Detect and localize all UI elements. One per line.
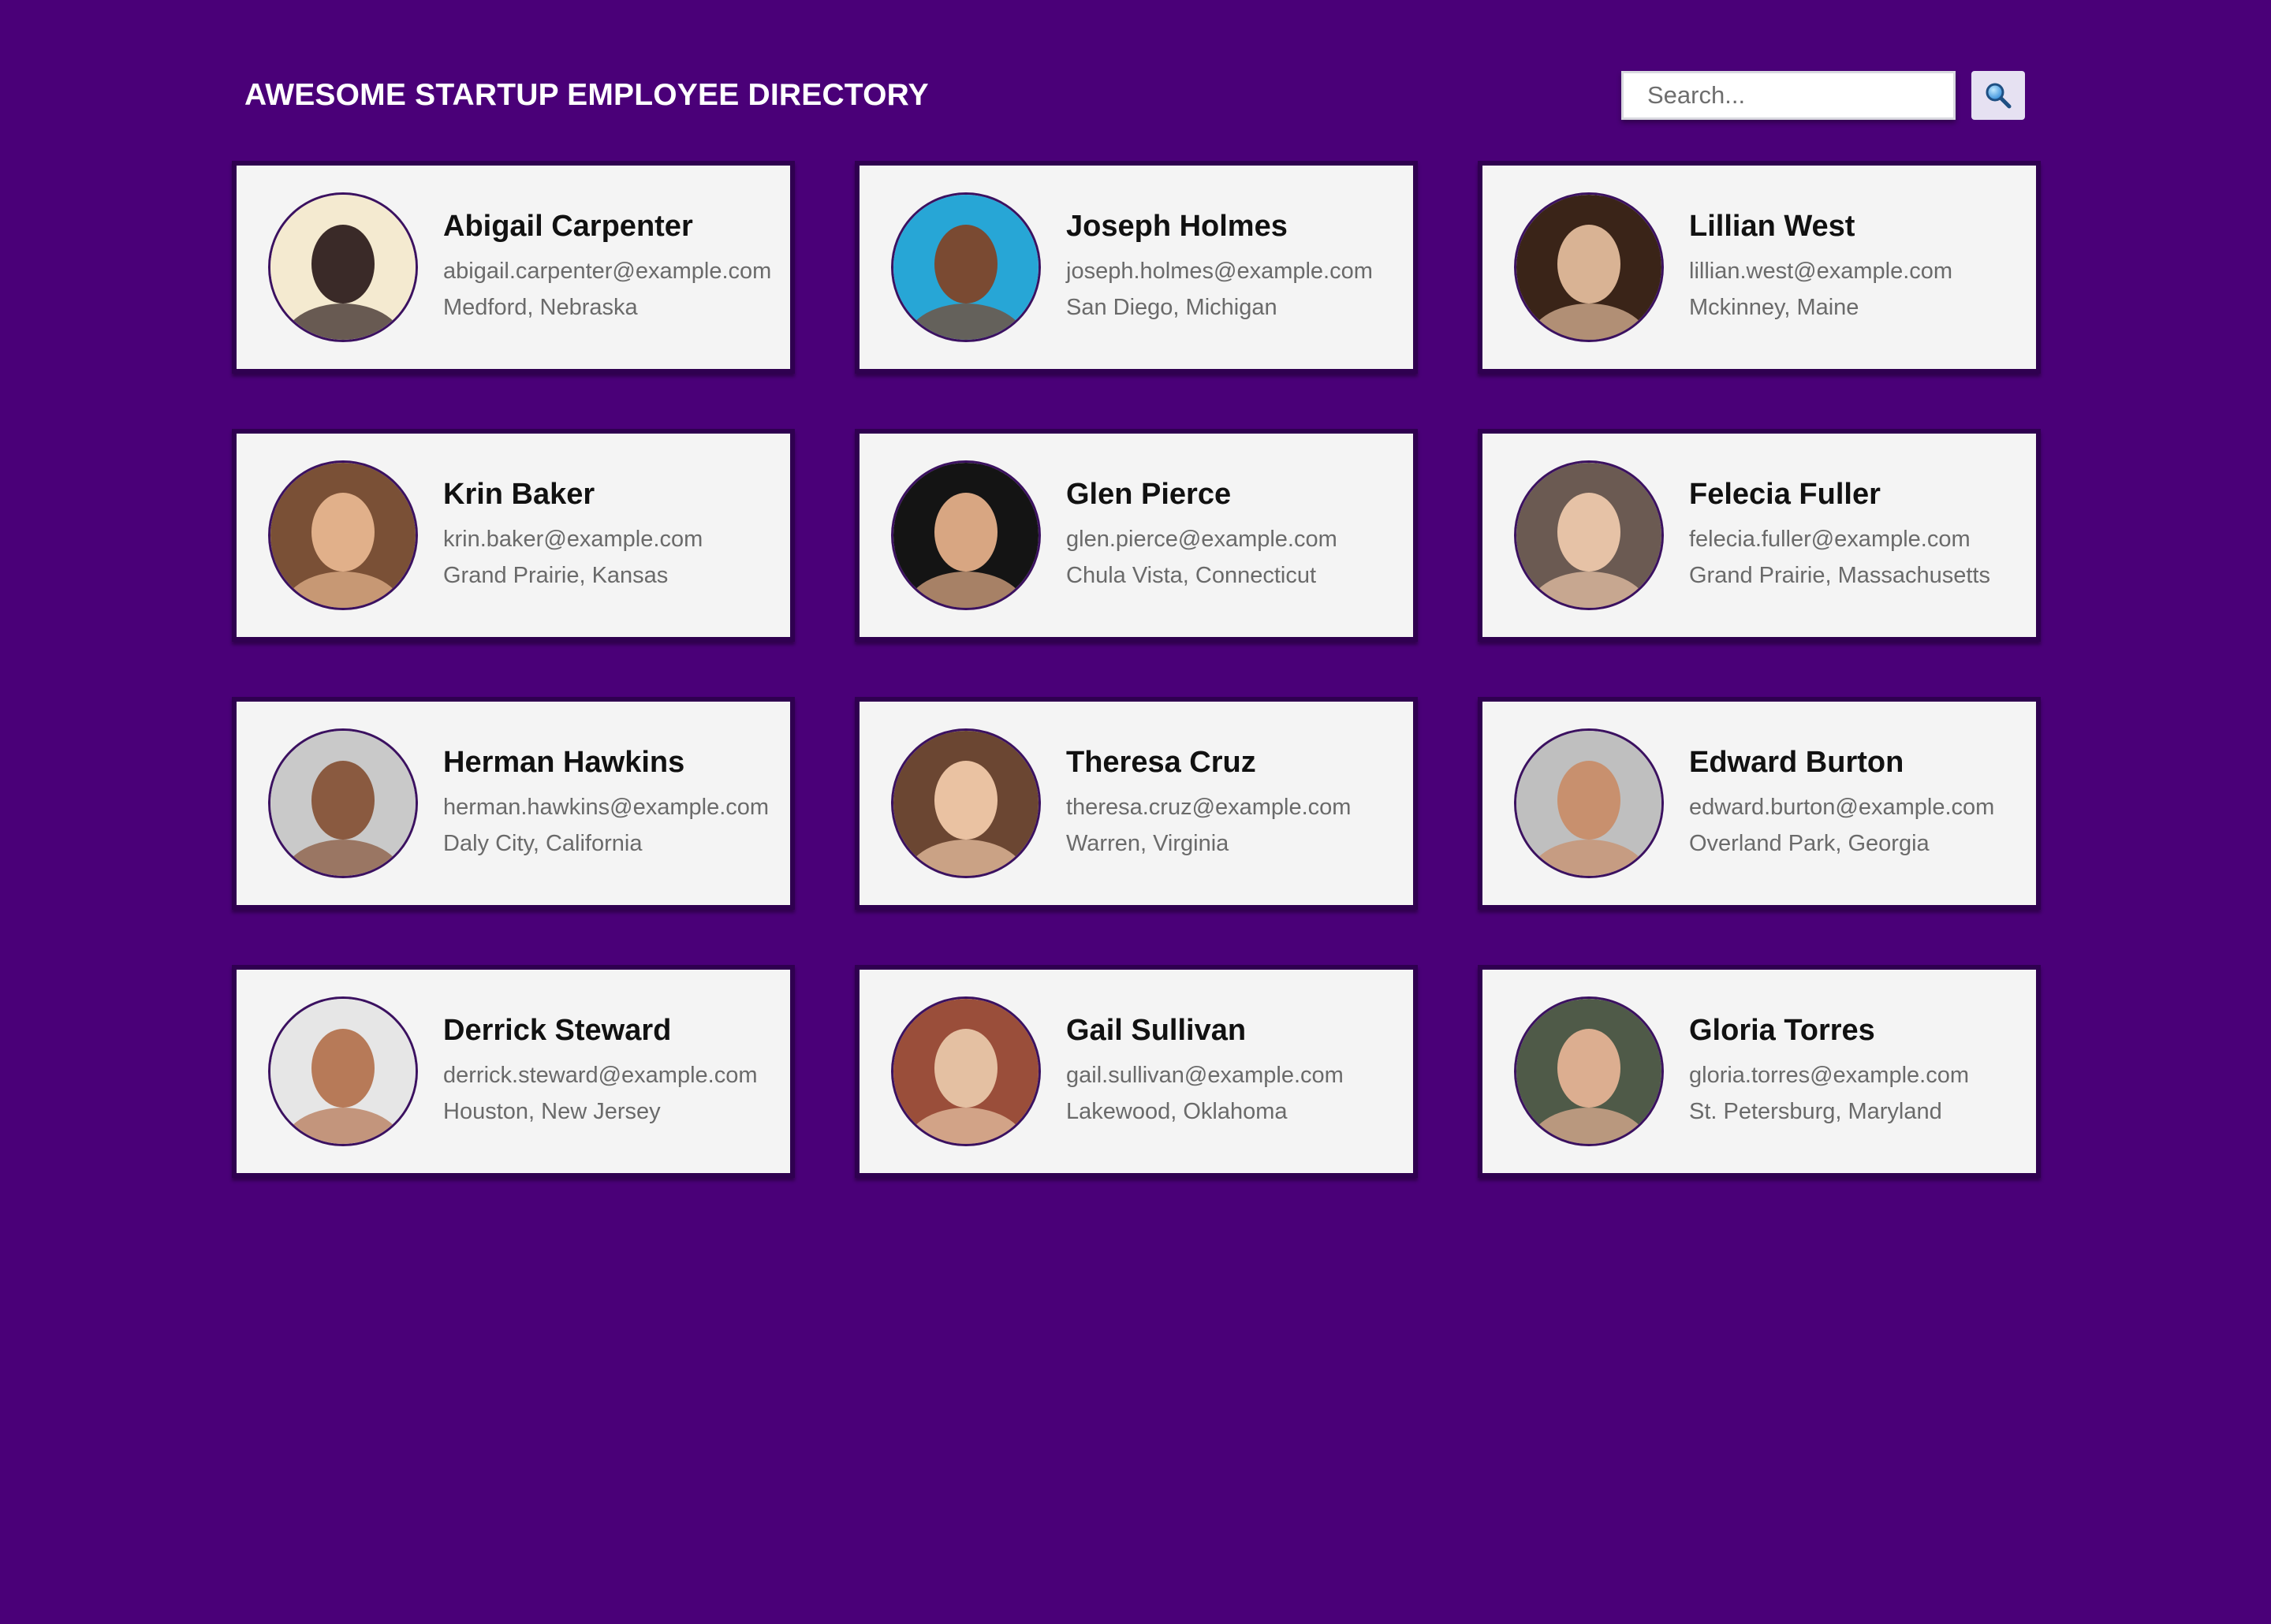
avatar bbox=[268, 460, 418, 610]
employee-card[interactable]: Lillian West lillian.west@example.com Mcki… bbox=[1478, 161, 2041, 374]
avatar-photo-icon bbox=[1516, 463, 1661, 608]
employee-location: St. Petersburg, Maryland bbox=[1689, 1098, 1942, 1124]
employee-card[interactable]: Glen Pierce glen.pierce@example.com Chula … bbox=[855, 429, 1418, 642]
employee-name: Krin Baker bbox=[443, 477, 595, 511]
employee-card[interactable]: Abigail Carpenter abigail.carpenter@examp… bbox=[232, 161, 795, 374]
employee-info: Krin Baker krin.baker@example.com Grand Pr… bbox=[443, 478, 703, 594]
avatar-photo-icon bbox=[893, 463, 1039, 608]
employee-email: gloria.torres@example.com bbox=[1689, 1062, 1970, 1088]
employee-card[interactable]: Herman Hawkins herman.hawkins@example.com… bbox=[232, 697, 795, 910]
avatar-photo-icon bbox=[270, 463, 416, 608]
employee-card[interactable]: Gloria Torres gloria.torres@example.com St… bbox=[1478, 965, 2041, 1178]
employee-card[interactable]: Krin Baker krin.baker@example.com Grand Pr… bbox=[232, 429, 795, 642]
employee-email: theresa.cruz@example.com bbox=[1066, 794, 1352, 820]
avatar bbox=[1514, 996, 1664, 1146]
employee-card[interactable]: Theresa Cruz theresa.cruz@example.com Warr… bbox=[855, 697, 1418, 910]
employee-location: Mckinney, Maine bbox=[1689, 294, 1859, 320]
employee-info: Theresa Cruz theresa.cruz@example.com Warr… bbox=[1066, 746, 1351, 862]
employee-info: Lillian West lillian.west@example.com Mcki… bbox=[1689, 210, 1952, 326]
employee-email: felecia.fuller@example.com bbox=[1689, 526, 1971, 552]
employee-location: San Diego, Michigan bbox=[1066, 294, 1277, 320]
avatar-photo-icon bbox=[270, 731, 416, 876]
employee-email: derrick.steward@example.com bbox=[443, 1062, 758, 1088]
avatar-photo-icon bbox=[1516, 195, 1661, 340]
employee-location: Overland Park, Georgia bbox=[1689, 830, 1930, 856]
employee-name: Felecia Fuller bbox=[1689, 477, 1881, 511]
employee-name: Glen Pierce bbox=[1066, 477, 1232, 511]
employee-card[interactable]: Edward Burton edward.burton@example.com Ov… bbox=[1478, 697, 2041, 910]
employee-location: Warren, Virginia bbox=[1066, 830, 1229, 856]
avatar bbox=[268, 996, 418, 1146]
page-title: AWESOME STARTUP EMPLOYEE DIRECTORY bbox=[244, 78, 929, 112]
employee-info: Gloria Torres gloria.torres@example.com St… bbox=[1689, 1014, 1969, 1130]
employee-email: gail.sullivan@example.com bbox=[1066, 1062, 1344, 1088]
avatar bbox=[1514, 192, 1664, 342]
avatar-photo-icon bbox=[270, 195, 416, 340]
employee-name: Herman Hawkins bbox=[443, 745, 685, 779]
avatar bbox=[891, 728, 1041, 878]
employee-name: Edward Burton bbox=[1689, 745, 1904, 779]
employee-location: Houston, New Jersey bbox=[443, 1098, 661, 1124]
search-icon bbox=[1986, 83, 2012, 109]
employee-card[interactable]: Joseph Holmes joseph.holmes@example.com Sa… bbox=[855, 161, 1418, 374]
employee-location: Daly City, California bbox=[443, 830, 643, 856]
employee-card[interactable]: Derrick Steward derrick.steward@example.c… bbox=[232, 965, 795, 1178]
employee-email: lillian.west@example.com bbox=[1689, 258, 1953, 284]
employee-location: Chula Vista, Connecticut bbox=[1066, 562, 1317, 588]
avatar bbox=[1514, 728, 1664, 878]
employee-location: Grand Prairie, Kansas bbox=[443, 562, 669, 588]
employee-name: Lillian West bbox=[1689, 209, 1855, 243]
employee-email: joseph.holmes@example.com bbox=[1066, 258, 1373, 284]
employee-name: Theresa Cruz bbox=[1066, 745, 1256, 779]
search-button[interactable] bbox=[1971, 71, 2025, 120]
avatar-photo-icon bbox=[893, 195, 1039, 340]
search-input[interactable] bbox=[1621, 71, 1956, 120]
avatar-photo-icon bbox=[1516, 999, 1661, 1144]
employee-location: Grand Prairie, Massachusetts bbox=[1689, 562, 1990, 588]
employee-info: Derrick Steward derrick.steward@example.c… bbox=[443, 1014, 758, 1130]
avatar bbox=[891, 460, 1041, 610]
page: AWESOME STARTUP EMPLOYEE DIRECTORY Abiga… bbox=[0, 0, 2271, 1624]
employee-info: Abigail Carpenter abigail.carpenter@examp… bbox=[443, 210, 771, 326]
avatar-photo-icon bbox=[893, 999, 1039, 1144]
search-bar bbox=[1621, 71, 2025, 120]
employee-email: glen.pierce@example.com bbox=[1066, 526, 1337, 552]
employee-info: Joseph Holmes joseph.holmes@example.com Sa… bbox=[1066, 210, 1373, 326]
employee-name: Gail Sullivan bbox=[1066, 1013, 1247, 1047]
employee-email: herman.hawkins@example.com bbox=[443, 794, 770, 820]
employee-grid: Abigail Carpenter abigail.carpenter@examp… bbox=[232, 161, 2041, 1178]
employee-name: Joseph Holmes bbox=[1066, 209, 1288, 243]
employee-email: edward.burton@example.com bbox=[1689, 794, 1995, 820]
employee-info: Felecia Fuller felecia.fuller@example.com… bbox=[1689, 478, 1990, 594]
employee-name: Derrick Steward bbox=[443, 1013, 672, 1047]
employee-info: Glen Pierce glen.pierce@example.com Chula … bbox=[1066, 478, 1337, 594]
header: AWESOME STARTUP EMPLOYEE DIRECTORY bbox=[233, 68, 2031, 123]
employee-info: Edward Burton edward.burton@example.com Ov… bbox=[1689, 746, 1994, 862]
employee-email: abigail.carpenter@example.com bbox=[443, 258, 772, 284]
employee-info: Gail Sullivan gail.sullivan@example.com La… bbox=[1066, 1014, 1344, 1130]
avatar bbox=[891, 192, 1041, 342]
avatar-photo-icon bbox=[270, 999, 416, 1144]
avatar bbox=[891, 996, 1041, 1146]
avatar-photo-icon bbox=[893, 731, 1039, 876]
avatar bbox=[1514, 460, 1664, 610]
employee-location: Lakewood, Oklahoma bbox=[1066, 1098, 1288, 1124]
employee-email: krin.baker@example.com bbox=[443, 526, 703, 552]
employee-card[interactable]: Gail Sullivan gail.sullivan@example.com La… bbox=[855, 965, 1418, 1178]
employee-info: Herman Hawkins herman.hawkins@example.com… bbox=[443, 746, 769, 862]
employee-card[interactable]: Felecia Fuller felecia.fuller@example.com… bbox=[1478, 429, 2041, 642]
avatar-photo-icon bbox=[1516, 731, 1661, 876]
employee-name: Gloria Torres bbox=[1689, 1013, 1875, 1047]
avatar bbox=[268, 192, 418, 342]
employee-location: Medford, Nebraska bbox=[443, 294, 638, 320]
employee-name: Abigail Carpenter bbox=[443, 209, 693, 243]
avatar bbox=[268, 728, 418, 878]
